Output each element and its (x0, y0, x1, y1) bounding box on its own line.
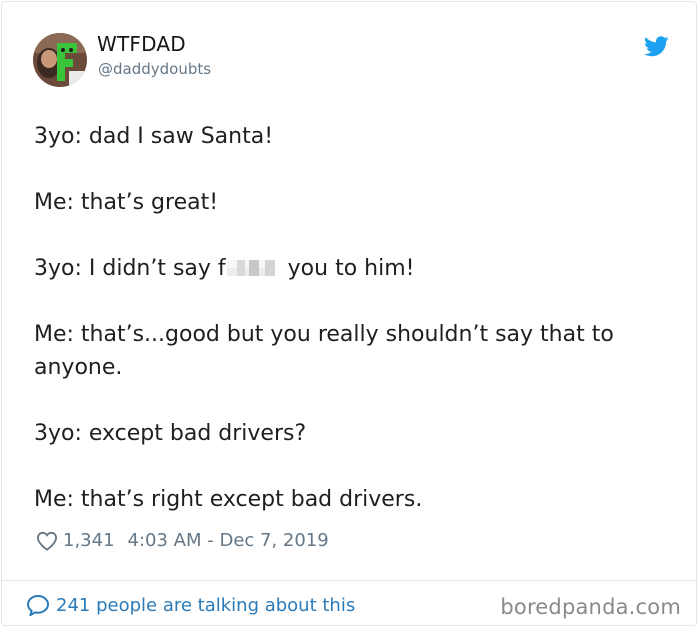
tweet-line: 3yo: dad I saw Santa! (34, 124, 274, 149)
avatar-image (33, 33, 87, 87)
tweet-card: WTFDAD @daddydoubts 3yo: dad I saw Santa… (1, 1, 697, 626)
watermark: boredpanda.com (500, 595, 681, 619)
tweet-meta: 1,341 4:03 AM - Dec 7, 2019 (36, 530, 329, 551)
censor-pixelation (226, 260, 275, 276)
tweet-line: 3yo: I didn’t say f you to him! (34, 252, 674, 285)
tweet-line: 3yo: except bad drivers? (34, 421, 307, 446)
avatar[interactable] (33, 33, 87, 87)
speech-bubble-icon (26, 594, 50, 616)
tweet-text: 3yo: dad I saw Santa! Me: that’s great! … (34, 120, 674, 549)
tweet-line-start: 3yo: I didn’t say f (34, 256, 226, 281)
tweet-line-end: you to him! (280, 256, 415, 281)
tweet-line: Me: that’s great! (34, 190, 219, 215)
tweet-timestamp[interactable]: 4:03 AM - Dec 7, 2019 (128, 530, 329, 551)
heart-icon[interactable] (36, 531, 58, 551)
conversation-link[interactable]: 241 people are talking about this (26, 594, 355, 616)
twitter-bird-icon[interactable] (644, 36, 669, 57)
divider (2, 580, 696, 581)
user-handle[interactable]: @daddydoubts (98, 60, 211, 78)
conversation-count-text[interactable]: 241 people are talking about this (56, 595, 355, 616)
display-name[interactable]: WTFDAD (97, 32, 186, 56)
tweet-line: Me: that’s...good but you really shouldn… (34, 322, 614, 380)
like-count[interactable]: 1,341 (63, 530, 115, 551)
tweet-line: Me: that’s right except bad drivers. (34, 487, 423, 512)
